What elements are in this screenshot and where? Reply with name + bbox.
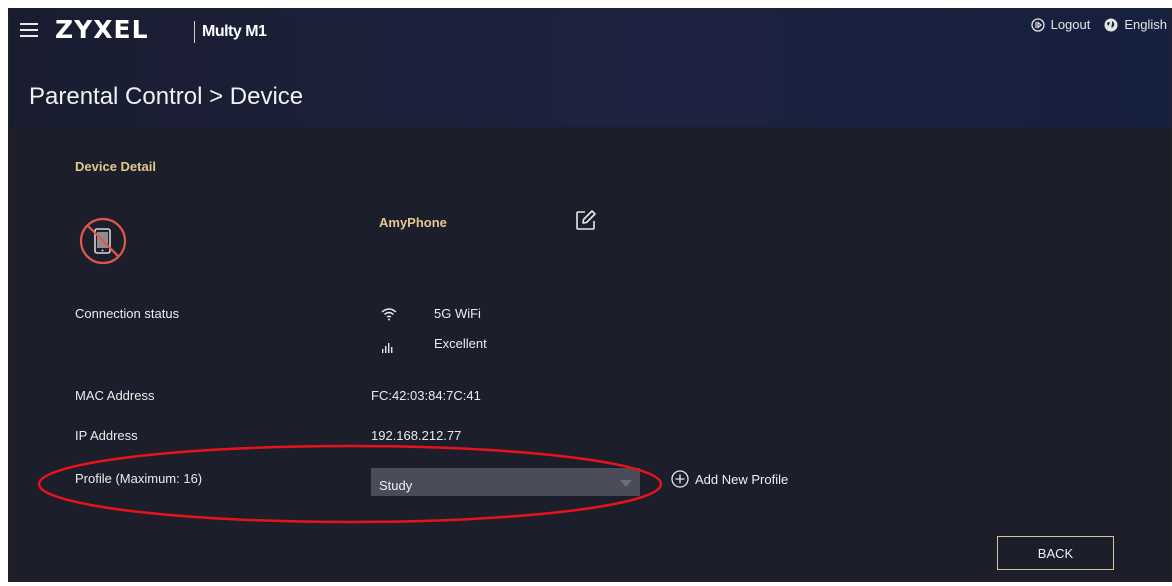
header-actions: Logout English	[1030, 17, 1167, 32]
add-new-profile-button[interactable]: Add New Profile	[671, 470, 788, 488]
connection-band: 5G WiFi	[434, 306, 481, 321]
ip-address-label: IP Address	[75, 428, 138, 443]
edit-icon[interactable]	[575, 209, 597, 231]
language-selector[interactable]: English	[1104, 17, 1167, 32]
menu-icon[interactable]	[20, 23, 38, 37]
logo-divider	[194, 21, 195, 43]
mac-address-value: FC:42:03:84:7C:41	[371, 388, 481, 403]
add-new-profile-label: Add New Profile	[695, 471, 789, 487]
ip-address-value: 192.168.212.77	[371, 428, 462, 443]
brand-logo: ZYXEL	[55, 15, 149, 44]
logout-link[interactable]: Logout	[1030, 17, 1091, 32]
globe-icon	[1104, 18, 1118, 31]
add-circle-icon	[671, 470, 689, 488]
model-name: Multy M1	[202, 23, 267, 40]
header-bar: ZYXEL Multy M1 Logout English Parental C…	[9, 9, 1171, 127]
signal-icon	[382, 343, 393, 353]
logout-label: Logout	[1050, 17, 1091, 32]
connection-status-label: Connection status	[75, 306, 180, 321]
language-label: English	[1124, 17, 1167, 32]
dropdown-arrow-icon	[620, 480, 632, 487]
wifi-icon	[381, 308, 397, 321]
profile-selected-value: Study	[379, 478, 413, 493]
back-button[interactable]: BACK	[997, 536, 1114, 570]
app-window: ZYXEL Multy M1 Logout English Parental C…	[8, 8, 1172, 582]
profile-label: Profile (Maximum: 16)	[75, 471, 203, 486]
profile-select[interactable]: Study	[371, 468, 640, 496]
page-title: Parental Control > Device	[29, 83, 304, 110]
connection-signal: Excellent	[434, 336, 487, 351]
mac-address-label: MAC Address	[75, 388, 155, 403]
blocked-phone-icon	[79, 217, 127, 265]
section-title: Device Detail	[75, 159, 156, 174]
logout-icon	[1030, 17, 1045, 32]
device-name: AmyPhone	[379, 215, 447, 230]
